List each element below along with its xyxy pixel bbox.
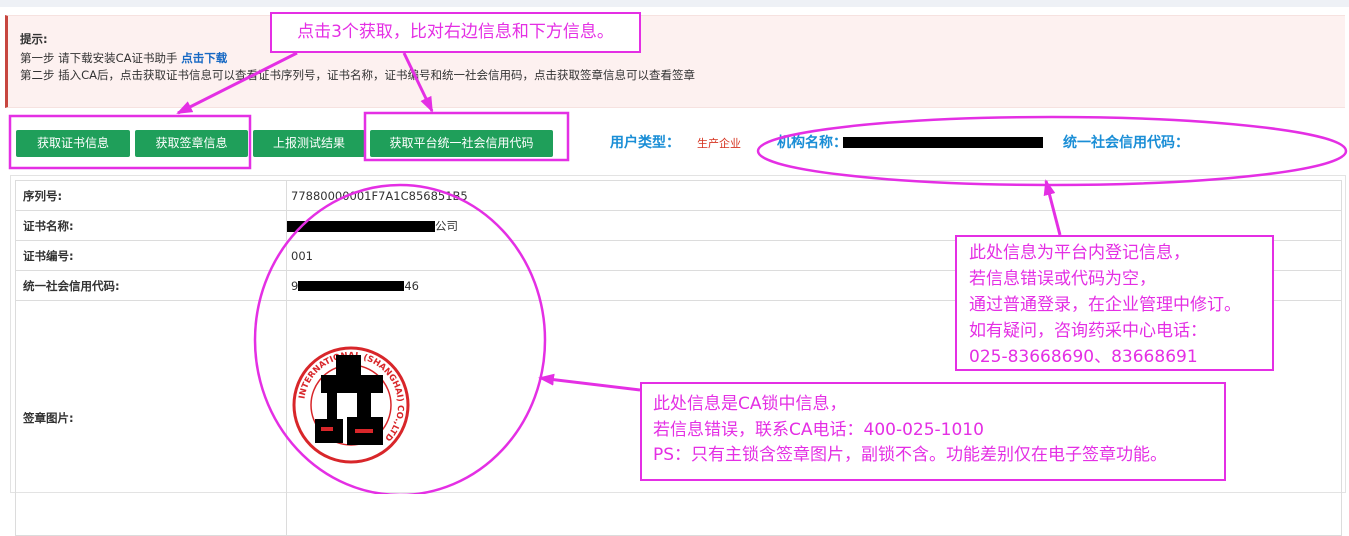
credit-code-row-label: 统一社会信用代码: — [15, 270, 287, 301]
serial-value: 77880000001F7A1C856851B5 — [286, 180, 1342, 211]
notice-step-1-text: 第一步 请下载安装CA证书助手 — [20, 51, 182, 65]
table-row-serial: 序列号: 77880000001F7A1C856851B5 — [15, 180, 1342, 211]
user-type-value: 生产企业 — [697, 137, 741, 150]
notice-box: 提示: 第一步 请下载安装CA证书助手 点击下载 第二步 插入CA后，点击获取证… — [5, 15, 1345, 108]
get-cert-info-button[interactable]: 获取证书信息 — [16, 130, 130, 157]
annotation-ca-line: PS：只有主锁含签章图片，副锁不含。功能差别仅在电子签章功能。 — [653, 445, 1168, 465]
credit-code-label: 统一社会信用代码： — [1063, 135, 1189, 151]
report-test-result-button[interactable]: 上报测试结果 — [253, 130, 365, 157]
download-link[interactable]: 点击下载 — [181, 51, 227, 65]
annotation-ca-line: 若信息错误，联系CA电话：400-025-1010 — [653, 419, 984, 440]
annotation-platform-line: 通过普通登录，在企业管理中修订。 — [969, 295, 1241, 315]
annotation-ca-info: 此处信息是CA锁中信息， 若信息错误，联系CA电话：400-025-1010 P… — [640, 382, 1226, 481]
credit-code-redacted — [298, 281, 405, 291]
cert-name-redacted — [287, 220, 435, 232]
notice-title: 提示: — [20, 32, 48, 46]
seal-image-label: 签章图片: — [15, 300, 287, 536]
seal-redaction-left-bar — [327, 393, 337, 419]
annotation-platform-line: 如有疑问，咨询药采中心电话： — [969, 321, 1207, 341]
annotation-platform-phone: 025-83668690、83668691 — [969, 347, 1198, 367]
cert-number-label: 证书编号: — [15, 240, 287, 271]
seal-image: INTERNATIONAL (SHANGHAI) CO.,LTD — [292, 346, 410, 464]
org-name-redacted — [843, 137, 1043, 148]
annotation-platform-line: 若信息错误或代码为空， — [969, 269, 1156, 289]
cert-name-suffix: 公司 — [435, 218, 458, 233]
get-seal-info-button[interactable]: 获取签章信息 — [135, 130, 248, 157]
seal-redaction-top — [336, 355, 361, 377]
credit-code-suffix: 46 — [404, 278, 419, 293]
credit-code-prefix: 9 — [291, 278, 299, 293]
serial-label: 序列号: — [15, 180, 287, 211]
seal-red-bit-left — [321, 427, 333, 431]
notice-step-2: 第二步 插入CA后，点击获取证书信息可以查看证书序列号，证书名称，证书编号和统一… — [20, 68, 696, 82]
annotation-platform-line: 此处信息为平台内登记信息， — [969, 243, 1190, 263]
annotation-platform-info: 此处信息为平台内登记信息， 若信息错误或代码为空， 通过普通登录，在企业管理中修… — [955, 235, 1274, 371]
seal-redaction-right-bar — [357, 393, 371, 419]
cert-name-label: 证书名称: — [15, 210, 287, 241]
user-type-label: 用户类型： — [610, 135, 680, 151]
org-name-label: 机构名称： — [777, 135, 847, 151]
notice-step-1: 第一步 请下载安装CA证书助手 点击下载 — [20, 50, 227, 66]
top-strip — [0, 0, 1349, 7]
seal-redaction-mid — [321, 375, 383, 393]
seal-red-bit-right — [355, 429, 373, 433]
get-platform-credit-code-button[interactable]: 获取平台统一社会信用代码 — [370, 130, 553, 157]
annotation-top-note: 点击3个获取，比对右边信息和下方信息。 — [270, 12, 641, 53]
annotation-ca-line: 此处信息是CA锁中信息， — [653, 394, 847, 414]
